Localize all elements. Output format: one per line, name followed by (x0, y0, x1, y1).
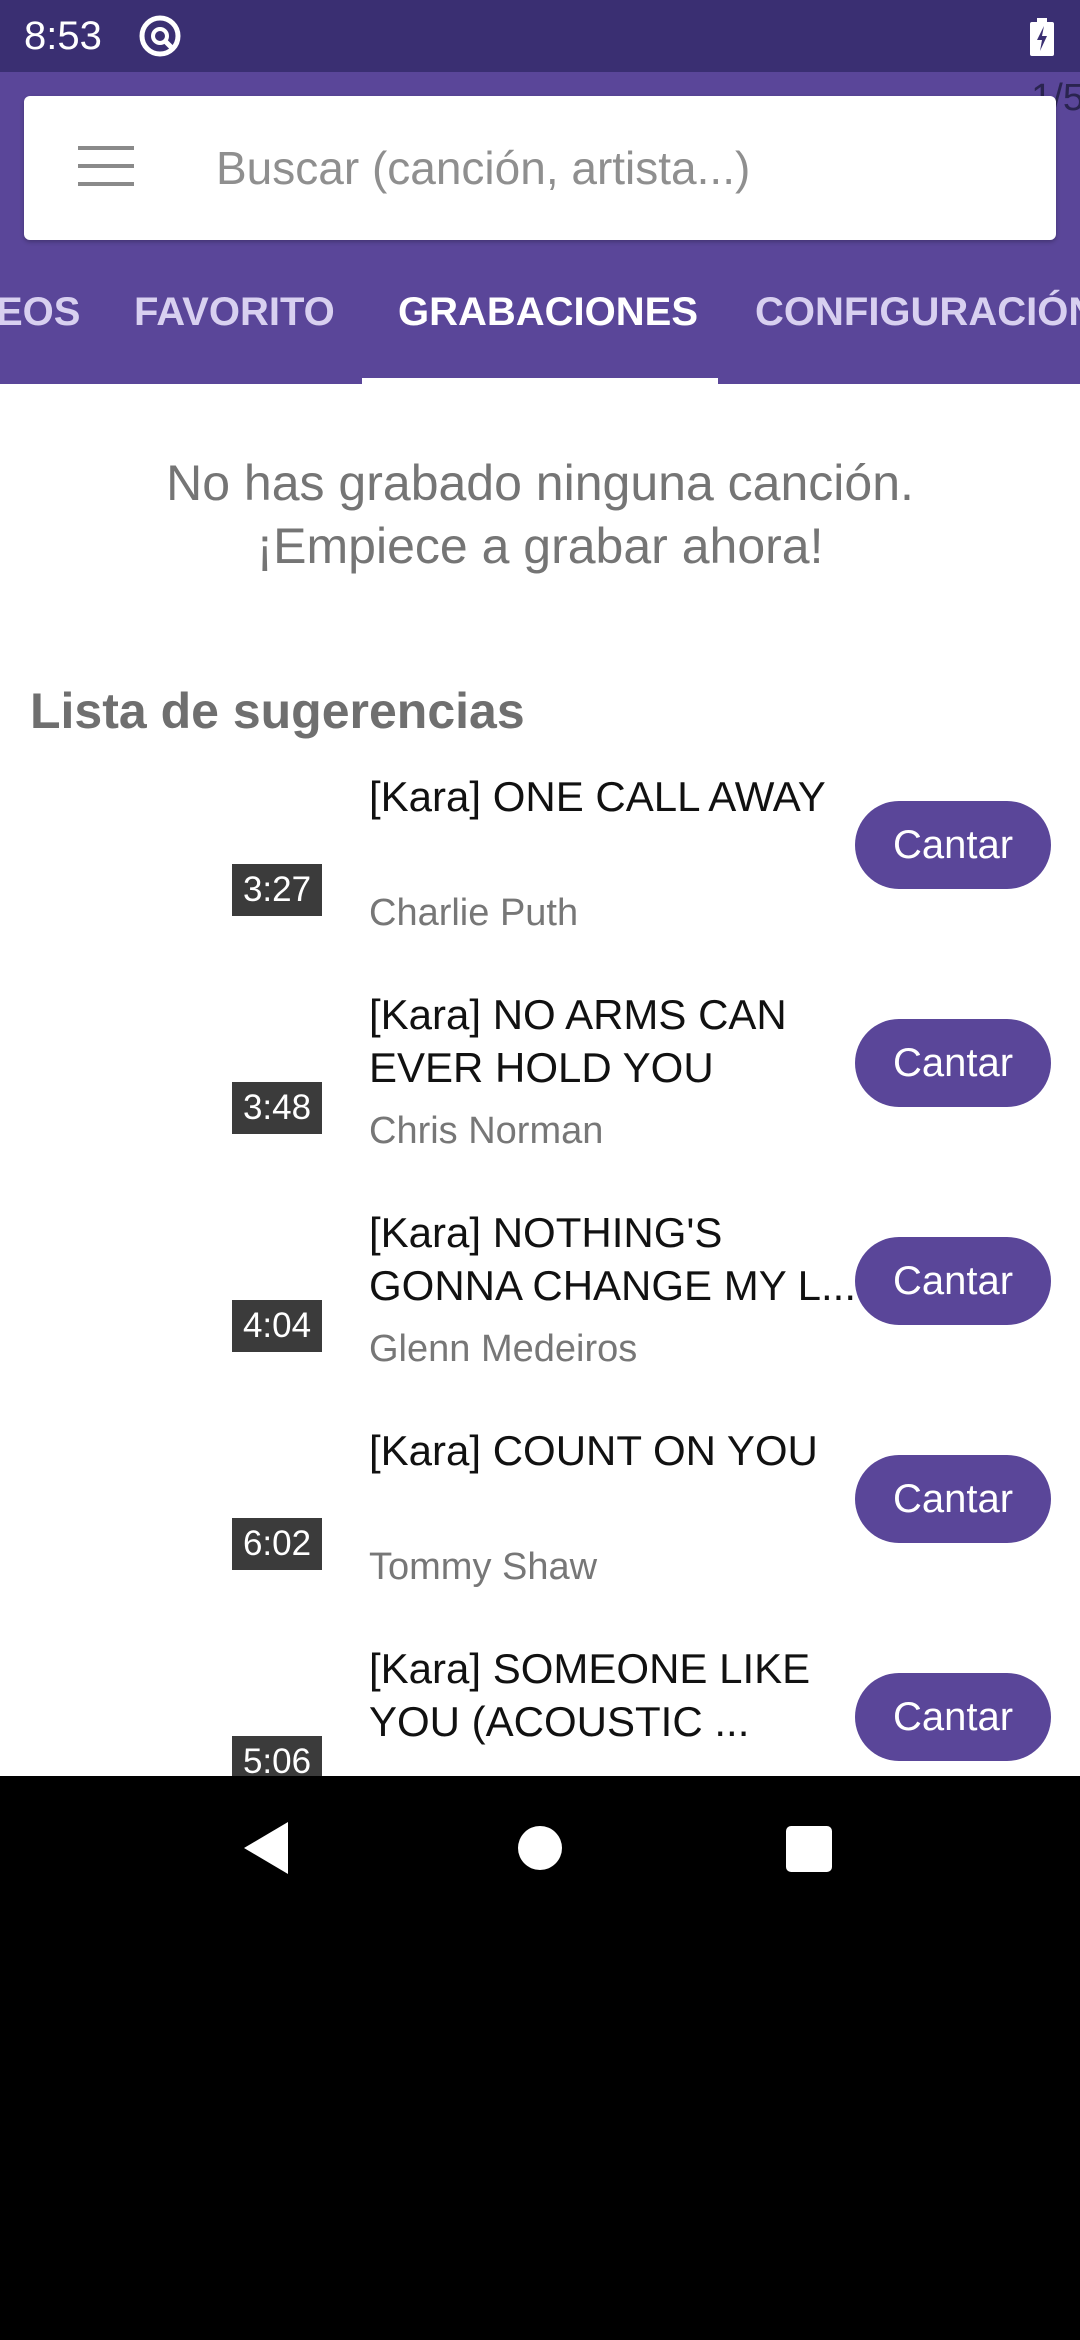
song-item[interactable]: 3:48 [Kara] NO ARMS CAN EVER HOLD YOU Ch… (0, 988, 1080, 1206)
cantar-button[interactable]: Cantar (855, 1237, 1051, 1325)
song-duration: 6:02 (232, 1518, 322, 1570)
song-title: [Kara] COUNT ON YOU (369, 1427, 818, 1474)
suggestions-title: Lista de sugerencias (30, 683, 525, 739)
tab-configuracion[interactable]: CONFIGURACIÓN (755, 240, 1080, 384)
song-duration: 3:27 (232, 864, 322, 916)
song-title: [Kara] ONE CALL AWAY (369, 773, 826, 820)
song-title: [Kara] NO ARMS CAN EVER HOLD YOU (369, 991, 787, 1091)
hamburger-menu-icon[interactable] (78, 146, 134, 188)
song-artist: Glenn Medeiros (369, 1328, 638, 1370)
song-title: [Kara] NOTHING'S GONNA CHANGE MY L... (369, 1209, 856, 1309)
podcast-circle-icon (139, 15, 181, 57)
system-nav-bar (0, 1776, 1080, 1920)
song-item[interactable]: 4:04 [Kara] NOTHING'S GONNA CHANGE MY L.… (0, 1206, 1080, 1424)
battery-charging-icon (1030, 18, 1054, 56)
empty-message-line2: ¡Empiece a grabar ahora! (256, 518, 824, 574)
cantar-button[interactable]: Cantar (855, 801, 1051, 889)
back-triangle-icon[interactable] (244, 1822, 288, 1874)
cantar-button[interactable]: Cantar (855, 1455, 1051, 1543)
home-circle-icon[interactable] (518, 1826, 562, 1870)
search-bar[interactable] (24, 96, 1056, 240)
cantar-button[interactable]: Cantar (855, 1019, 1051, 1107)
tab-bar: EOS FAVORITO GRABACIONES CONFIGURACIÓN (0, 240, 1080, 384)
tab-grabaciones[interactable]: GRABACIONES (398, 240, 698, 384)
recents-square-icon[interactable] (786, 1826, 832, 1872)
song-artist: Chris Norman (369, 1110, 604, 1152)
song-item[interactable]: 3:27 [Kara] ONE CALL AWAY Charlie Puth C… (0, 770, 1080, 988)
song-duration: 3:48 (232, 1082, 322, 1134)
empty-recordings-message: No has grabado ninguna canción. ¡Empiece… (0, 452, 1080, 578)
status-bar: 8:53 (0, 0, 1080, 72)
empty-message-line1: No has grabado ninguna canción. (166, 455, 914, 511)
cantar-button[interactable]: Cantar (855, 1673, 1051, 1761)
search-input[interactable] (216, 130, 1036, 206)
status-time: 8:53 (24, 14, 102, 58)
tab-favorito[interactable]: FAVORITO (134, 240, 335, 384)
recordings-panel: No has grabado ninguna canción. ¡Empiece… (0, 384, 1080, 1776)
song-item[interactable]: 6:02 [Kara] COUNT ON YOU Tommy Shaw Cant… (0, 1424, 1080, 1642)
song-artist: Tommy Shaw (369, 1546, 598, 1588)
song-duration: 5:06 (232, 1736, 322, 1776)
song-duration: 4:04 (232, 1300, 322, 1352)
app-header: 1/5 EOS FAVORITO GRABACIONES CONFIGURACI… (0, 72, 1080, 384)
song-title: [Kara] SOMEONE LIKE YOU (ACOUSTIC ... (369, 1645, 811, 1745)
song-item[interactable]: 5:06 [Kara] SOMEONE LIKE YOU (ACOUSTIC .… (0, 1642, 1080, 1776)
song-artist: Charlie Puth (369, 892, 579, 934)
tab-videos[interactable]: EOS (0, 240, 80, 384)
